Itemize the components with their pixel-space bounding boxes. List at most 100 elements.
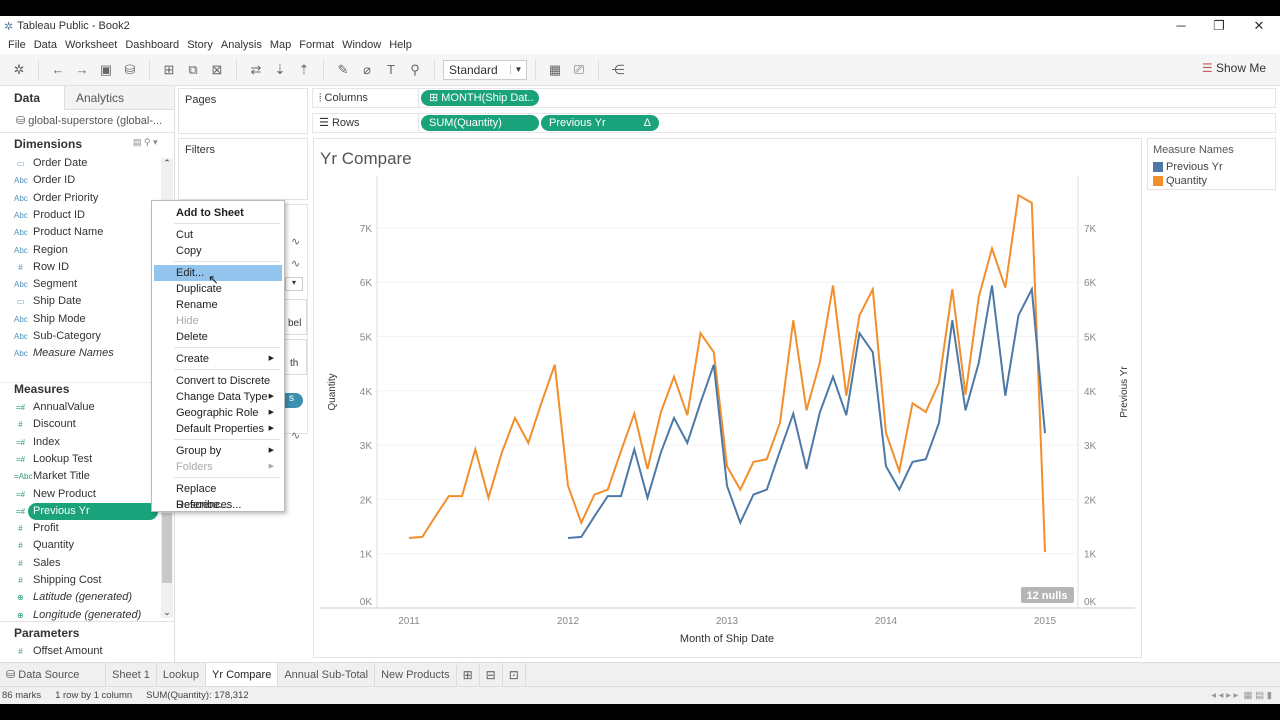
- show-me-button[interactable]: ☰ Show Me: [1202, 61, 1266, 75]
- field-shipping-cost[interactable]: # Shipping Cost: [14, 572, 159, 589]
- field-market-title[interactable]: =Abc Market Title: [14, 468, 159, 485]
- menu-format[interactable]: Format: [295, 36, 338, 54]
- field-previous-yr[interactable]: Previous Yr: [28, 502, 158, 520]
- menu-analysis[interactable]: Analysis: [217, 36, 266, 54]
- legend-item-previous-yr[interactable]: Previous Yr: [1153, 160, 1270, 174]
- sheet-tab-sheet-1[interactable]: Sheet 1: [106, 662, 157, 687]
- dimensions-tools-icon[interactable]: ▤ ⚲ ▾: [133, 137, 158, 148]
- save-icon[interactable]: ▣: [95, 62, 117, 78]
- menu-window[interactable]: Window: [338, 36, 385, 54]
- field-offset-amount[interactable]: # Offset Amount: [14, 643, 159, 660]
- pin-icon[interactable]: ⚲: [404, 62, 426, 78]
- minimize-button[interactable]: ─: [1166, 18, 1196, 33]
- menu-file[interactable]: File: [4, 36, 30, 54]
- menu-item-rename[interactable]: Rename: [154, 297, 282, 313]
- field-product-id[interactable]: Abc Product ID: [14, 207, 159, 224]
- field-order-id[interactable]: Abc Order ID: [14, 172, 159, 189]
- scrollbar-thumb[interactable]: [162, 513, 172, 583]
- tab-analytics[interactable]: Analytics: [64, 86, 174, 110]
- menu-item-geographic-role[interactable]: Geographic Role ▶: [154, 405, 282, 421]
- rows-shelf[interactable]: ☰ Rows SUM(Quantity) Previous Yr Δ: [312, 113, 1276, 133]
- field-profit[interactable]: # Profit: [14, 520, 159, 537]
- columns-shelf[interactable]: ⦙ Columns ⊞ MONTH(Ship Dat..: [312, 88, 1276, 108]
- menu-item-label: Copy: [176, 245, 202, 257]
- redo-icon[interactable]: →: [71, 62, 93, 77]
- menu-item-delete[interactable]: Delete: [154, 329, 282, 345]
- field-order-priority[interactable]: Abc Order Priority: [14, 190, 159, 207]
- menu-data[interactable]: Data: [30, 36, 61, 54]
- field-lookup-test[interactable]: =# Lookup Test: [14, 451, 159, 468]
- legend-item-quantity[interactable]: Quantity: [1153, 174, 1270, 188]
- field-segment[interactable]: Abc Segment: [14, 276, 159, 293]
- previous-yr-pill[interactable]: Previous Yr Δ: [541, 115, 659, 131]
- new-dashboard-icon[interactable]: ⊟: [480, 662, 503, 687]
- highlight-icon[interactable]: ✎: [332, 62, 354, 78]
- field-measure-names[interactable]: Abc Measure Names: [14, 345, 159, 362]
- menu-map[interactable]: Map: [266, 36, 295, 54]
- scroll-down-icon[interactable]: ⌄: [161, 607, 173, 618]
- fit-dropdown[interactable]: Standard ▼: [443, 59, 527, 80]
- sheet-tab-lookup[interactable]: Lookup: [157, 662, 207, 687]
- field-sales[interactable]: # Sales: [14, 555, 159, 572]
- new-worksheet-icon[interactable]: ⊞: [158, 62, 180, 78]
- new-story-icon[interactable]: ⊡: [503, 662, 526, 687]
- menu-item-replace-references[interactable]: Replace References...: [154, 481, 282, 511]
- duplicate-sheet-icon[interactable]: ⧉: [182, 62, 204, 78]
- scroll-up-icon[interactable]: ⌃: [161, 158, 173, 169]
- close-button[interactable]: ✕: [1244, 18, 1274, 34]
- field-latitude-generated-[interactable]: ⊕ Latitude (generated): [14, 589, 159, 606]
- menu-item-copy[interactable]: Copy: [154, 243, 282, 259]
- tableau-logo-icon[interactable]: ✲: [8, 62, 30, 78]
- menu-item-create[interactable]: Create ▶: [154, 351, 282, 367]
- restore-button[interactable]: ❐: [1204, 18, 1234, 34]
- field-product-name[interactable]: Abc Product Name: [14, 224, 159, 241]
- field-region[interactable]: Abc Region: [14, 242, 159, 259]
- menu-item-default-properties[interactable]: Default Properties ▶: [154, 421, 282, 437]
- new-datasource-icon[interactable]: ⛁: [119, 62, 141, 78]
- show-cards-icon[interactable]: ▦: [544, 62, 566, 78]
- sum-quantity-pill[interactable]: SUM(Quantity): [421, 115, 539, 131]
- field-new-product[interactable]: =# New Product: [14, 486, 159, 503]
- mark-type-dropdown[interactable]: ▾: [285, 277, 303, 291]
- presentation-icon[interactable]: ⎚: [568, 62, 590, 78]
- menu-item-convert-to-discrete[interactable]: Convert to Discrete: [154, 373, 282, 389]
- swap-icon[interactable]: ⇄: [245, 62, 267, 78]
- sheet-tab-yr-compare[interactable]: Yr Compare: [206, 662, 279, 687]
- submenu-arrow-icon: ▶: [268, 393, 274, 400]
- sheet-tab-new-products[interactable]: New Products: [375, 662, 457, 687]
- data-source-tab[interactable]: ⛁ Data Source: [0, 662, 106, 687]
- field-ship-date[interactable]: ▭ Ship Date: [14, 293, 159, 310]
- sheet-tab-annual-sub-total[interactable]: Annual Sub-Total: [278, 662, 376, 687]
- field-row-id[interactable]: # Row ID: [14, 259, 159, 276]
- menu-story[interactable]: Story: [183, 36, 217, 54]
- menu-worksheet[interactable]: Worksheet: [61, 36, 121, 54]
- field-index[interactable]: =# Index: [14, 434, 159, 451]
- filters-card[interactable]: Filters: [178, 138, 308, 200]
- new-worksheet-icon[interactable]: ⊞: [457, 662, 480, 687]
- menu-item-change-data-type[interactable]: Change Data Type ▶: [154, 389, 282, 405]
- sort-descending-icon[interactable]: ⇡: [293, 62, 315, 78]
- menu-item-add-to-sheet[interactable]: Add to Sheet: [154, 205, 282, 221]
- group-icon[interactable]: ⌀: [356, 62, 378, 78]
- field-quantity[interactable]: # Quantity: [14, 537, 159, 554]
- menu-help[interactable]: Help: [385, 36, 416, 54]
- menu-item-describe[interactable]: Describe...: [154, 497, 282, 513]
- menu-item-cut[interactable]: Cut: [154, 227, 282, 243]
- share-icon[interactable]: ⋲: [607, 62, 629, 78]
- labels-icon[interactable]: T: [380, 62, 402, 77]
- field-discount[interactable]: # Discount: [14, 416, 159, 433]
- undo-icon[interactable]: ←: [47, 62, 69, 77]
- field-annualvalue[interactable]: =# AnnualValue: [14, 399, 159, 416]
- field-ship-mode[interactable]: Abc Ship Mode: [14, 311, 159, 328]
- field-order-date[interactable]: ▭ Order Date: [14, 155, 159, 172]
- pages-card[interactable]: Pages: [178, 88, 308, 134]
- clear-sheet-icon[interactable]: ⊠: [206, 62, 228, 78]
- datasource-item[interactable]: ⛁ global-superstore (global-...: [16, 114, 162, 127]
- sort-ascending-icon[interactable]: ⇣: [269, 62, 291, 78]
- month-ship-date-pill[interactable]: ⊞ MONTH(Ship Dat..: [421, 90, 539, 106]
- tab-data[interactable]: Data: [0, 86, 64, 110]
- menu-item-group-by[interactable]: Group by ▶: [154, 443, 282, 459]
- field-sub-category[interactable]: Abc Sub-Category: [14, 328, 159, 345]
- menu-dashboard[interactable]: Dashboard: [121, 36, 183, 54]
- view-nav-icons[interactable]: ◂ ◂ ▸ ▸ ▦ ▤ ▮: [1211, 690, 1272, 701]
